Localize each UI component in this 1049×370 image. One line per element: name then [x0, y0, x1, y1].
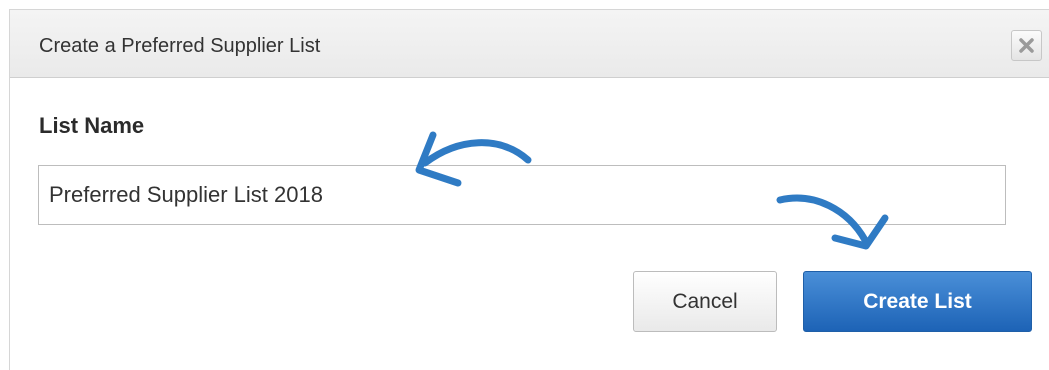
dialog-title: Create a Preferred Supplier List: [39, 35, 321, 57]
create-list-button[interactable]: Create List: [803, 271, 1032, 332]
close-icon: [1019, 38, 1034, 53]
list-name-label: List Name: [39, 113, 145, 138]
list-name-input[interactable]: [38, 165, 1006, 225]
create-list-dialog: Create a Preferred Supplier List List Na…: [9, 9, 1049, 370]
close-button[interactable]: [1011, 30, 1042, 61]
dialog-titlebar: Create a Preferred Supplier List: [10, 10, 1049, 78]
screenshot-stage: Create a Preferred Supplier List List Na…: [0, 0, 1049, 370]
cancel-button[interactable]: Cancel: [633, 271, 777, 332]
